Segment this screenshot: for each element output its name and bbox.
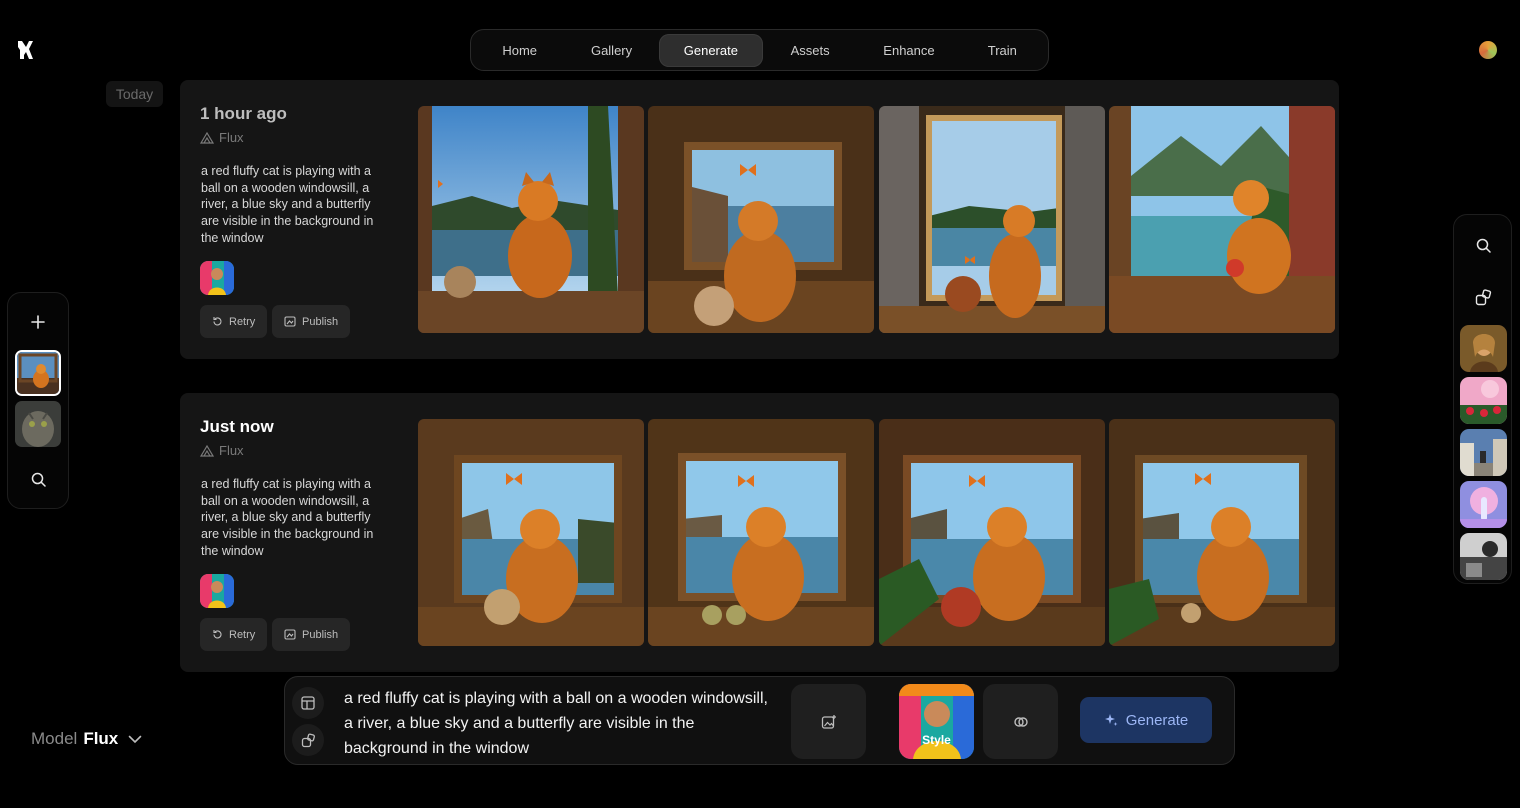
model-selector[interactable]: Model Flux [31,729,142,749]
generation-model: Flux [200,130,244,145]
style-thumb-street[interactable] [1460,429,1507,476]
style-label: Style [922,732,951,747]
model-selector-value: Flux [83,729,119,748]
tab-train[interactable]: Train [961,34,1044,67]
sparkle-icon [1104,714,1118,726]
add-image-button[interactable] [791,684,866,759]
generation-card: 1 hour ago Flux a red fluffy cat is play… [180,80,1339,359]
publish-button[interactable]: Publish [272,305,351,338]
generation-time: 1 hour ago [200,104,287,123]
model-icon [200,131,214,144]
publish-icon [284,629,296,640]
search-icon[interactable] [1469,231,1497,259]
model-selector-label: Model [31,729,78,748]
generation-prompt: a red fluffy cat is playing with a ball … [201,477,374,558]
retry-icon [213,630,222,639]
retry-button[interactable]: Retry [200,305,268,338]
retry-label: Retry [229,628,256,641]
image-plus-icon [821,714,836,729]
style-thumb-bw-portrait[interactable] [1460,533,1507,580]
generated-image[interactable] [1109,419,1335,646]
generated-image[interactable] [648,419,874,646]
generation-prompt: a red fluffy cat is playing with a ball … [201,164,374,245]
generated-image[interactable] [879,106,1105,333]
link-icon [1013,716,1028,727]
generation-time: Just now [200,417,274,436]
tab-generate[interactable]: Generate [658,33,763,67]
style-thumb-pastel-figure[interactable] [1460,481,1507,528]
generated-image[interactable] [648,106,874,333]
tab-gallery[interactable]: Gallery [564,34,658,67]
model-name: Flux [219,130,244,145]
user-avatar[interactable] [1479,41,1497,59]
shapes-icon[interactable] [1469,283,1497,311]
layout-icon[interactable] [292,687,324,719]
retry-label: Retry [229,315,256,328]
generation-model: Flux [200,443,244,458]
history-thumb-tabby-cat[interactable] [15,401,61,447]
tab-assets[interactable]: Assets [763,34,857,67]
left-rail [7,292,69,509]
prompt-input[interactable]: a red fluffy cat is playing with a ball … [344,686,769,758]
model-name: Flux [219,443,244,458]
style-thumb[interactable] [200,261,234,295]
publish-icon [284,316,296,327]
shapes-icon[interactable] [292,724,324,756]
plus-icon[interactable] [24,308,52,336]
style-thumb-pink-flowers[interactable] [1460,377,1507,424]
app-logo[interactable] [16,40,34,60]
generate-button[interactable]: Generate [1080,697,1212,743]
link-button[interactable] [983,684,1058,759]
style-button[interactable]: Style [899,684,974,759]
tab-enhance[interactable]: Enhance [857,34,960,67]
retry-button[interactable]: Retry [200,618,268,651]
generated-image[interactable] [418,106,644,333]
generated-image[interactable] [1109,106,1335,333]
right-rail [1453,214,1512,584]
search-icon[interactable] [24,465,52,493]
retry-icon [213,317,222,326]
publish-button[interactable]: Publish [272,618,351,651]
style-thumb-portrait-woman[interactable] [1460,325,1507,372]
style-thumb[interactable] [200,574,234,608]
publish-label: Publish [302,628,339,641]
generated-image[interactable] [879,419,1105,646]
top-nav: Home Gallery Generate Assets Enhance Tra… [470,29,1049,71]
tab-home[interactable]: Home [475,34,564,67]
generated-image[interactable] [418,419,644,646]
chevron-down-icon [128,735,142,743]
publish-label: Publish [302,315,339,328]
history-thumb-cat-window[interactable] [15,350,61,396]
prompt-bar: a red fluffy cat is playing with a ball … [284,676,1235,765]
generate-label: Generate [1125,711,1189,729]
model-icon [200,444,214,457]
generation-card: Just now Flux a red fluffy cat is playin… [180,393,1339,672]
day-label: Today [106,81,163,107]
